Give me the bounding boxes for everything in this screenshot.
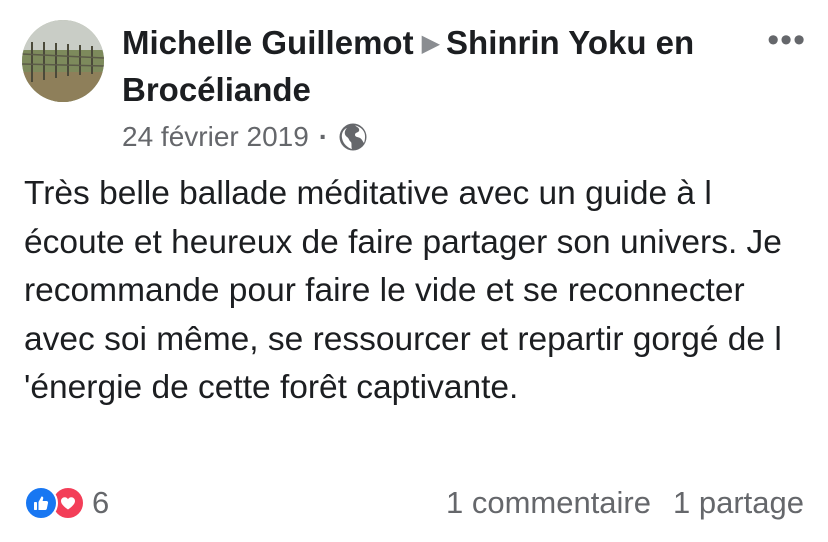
author-name[interactable]: Michelle Guillemot — [122, 24, 414, 61]
reaction-icons — [24, 486, 86, 520]
comments-link[interactable]: 1 commentaire — [446, 485, 651, 521]
reactions-summary[interactable]: 6 — [24, 485, 109, 521]
meta-separator: · — [318, 121, 329, 152]
author-avatar[interactable] — [22, 20, 104, 102]
post-footer: 6 1 commentaire 1 partage — [24, 480, 804, 526]
post-meta: 24 février 2019 · — [122, 117, 742, 157]
arrow-right-icon: ▶ — [421, 30, 441, 57]
post-text: Très belle ballade méditative avec un gu… — [24, 175, 782, 406]
shares-link[interactable]: 1 partage — [673, 485, 804, 521]
post-title: Michelle Guillemot ▶ Shinrin Yoku en Brocé… — [122, 20, 742, 113]
post-date[interactable]: 24 février 2019 — [122, 117, 309, 157]
reaction-count: 6 — [92, 485, 110, 520]
post-stats: 1 commentaire 1 partage — [446, 485, 804, 521]
avatar-photo — [22, 20, 104, 102]
like-icon — [24, 486, 58, 520]
post-header: Michelle Guillemot ▶ Shinrin Yoku en Brocé… — [122, 20, 742, 157]
more-options-icon[interactable]: ••• — [767, 23, 806, 57]
globe-icon[interactable] — [338, 122, 368, 152]
